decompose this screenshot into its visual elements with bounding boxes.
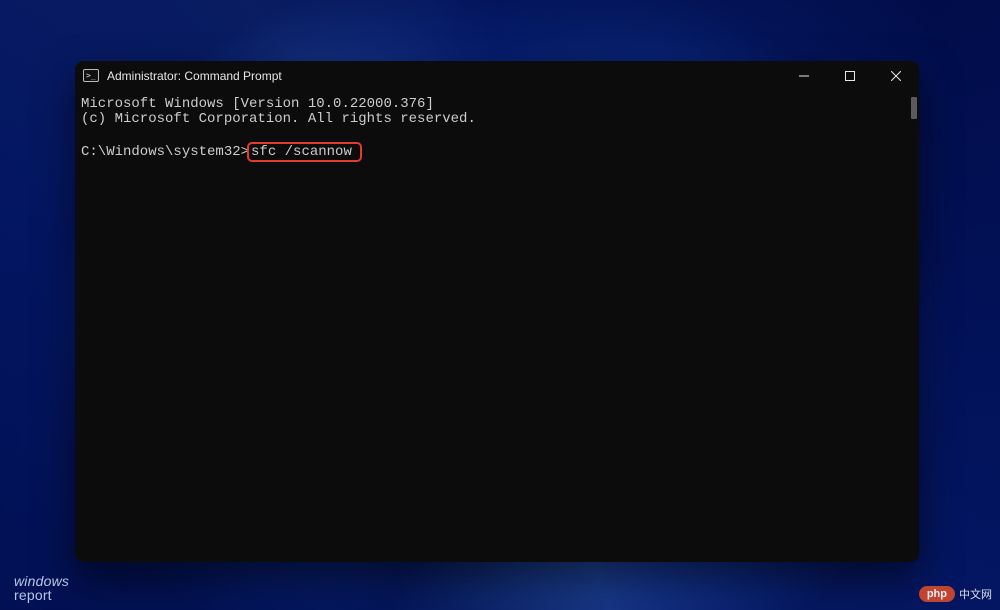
output-line: (c) Microsoft Corporation. All rights re… [81, 111, 476, 127]
prompt-prefix: C:\Windows\system32> [81, 144, 249, 160]
cmd-icon: >_ [83, 68, 99, 84]
highlighted-command: sfc /scannow [247, 142, 362, 162]
svg-text:>_: >_ [86, 71, 96, 80]
terminal-output[interactable]: Microsoft Windows [Version 10.0.22000.37… [75, 91, 919, 562]
titlebar[interactable]: >_ Administrator: Command Prompt [75, 61, 919, 91]
close-button[interactable] [873, 61, 919, 91]
windows-report-watermark: windows report [14, 574, 69, 602]
command-prompt-window: >_ Administrator: Command Prompt Microso… [75, 61, 919, 562]
output-line: Microsoft Windows [Version 10.0.22000.37… [81, 96, 434, 112]
php-text: 中文网 [959, 586, 992, 602]
window-title: Administrator: Command Prompt [107, 69, 282, 83]
minimize-button[interactable] [781, 61, 827, 91]
desktop-background: >_ Administrator: Command Prompt Microso… [0, 0, 1000, 610]
scrollbar-thumb[interactable] [911, 97, 917, 119]
watermark-text: report [14, 588, 69, 602]
window-controls [781, 61, 919, 91]
php-pill: php [919, 586, 955, 602]
watermark-text: windows [14, 574, 69, 588]
command-text: sfc /scannow [251, 144, 352, 160]
php-cn-watermark: php 中文网 [919, 586, 992, 602]
maximize-button[interactable] [827, 61, 873, 91]
